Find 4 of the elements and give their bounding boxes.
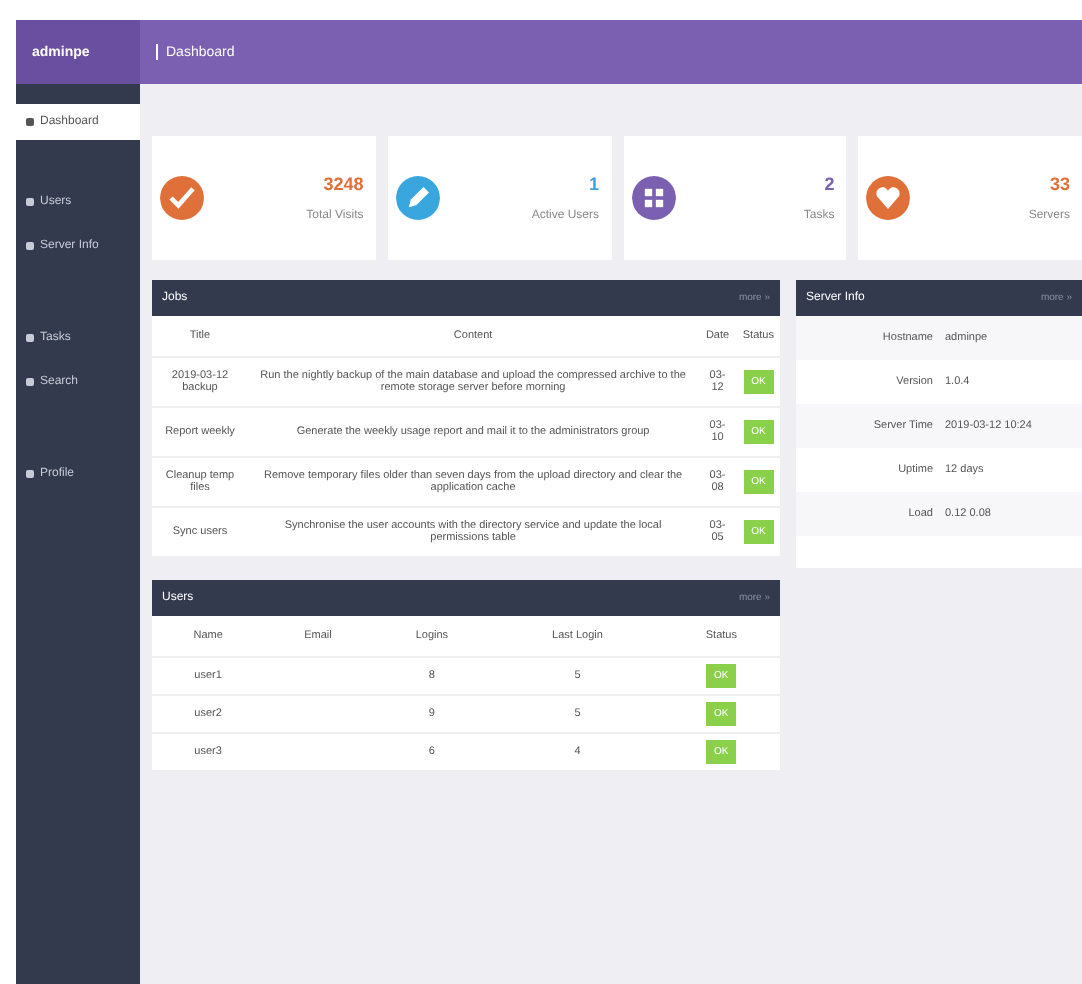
stat-value: 3248 xyxy=(323,174,364,194)
stat-value: 1 xyxy=(588,174,599,194)
stat-value: 2 xyxy=(824,174,835,194)
stat-value: 33 xyxy=(1049,174,1070,194)
